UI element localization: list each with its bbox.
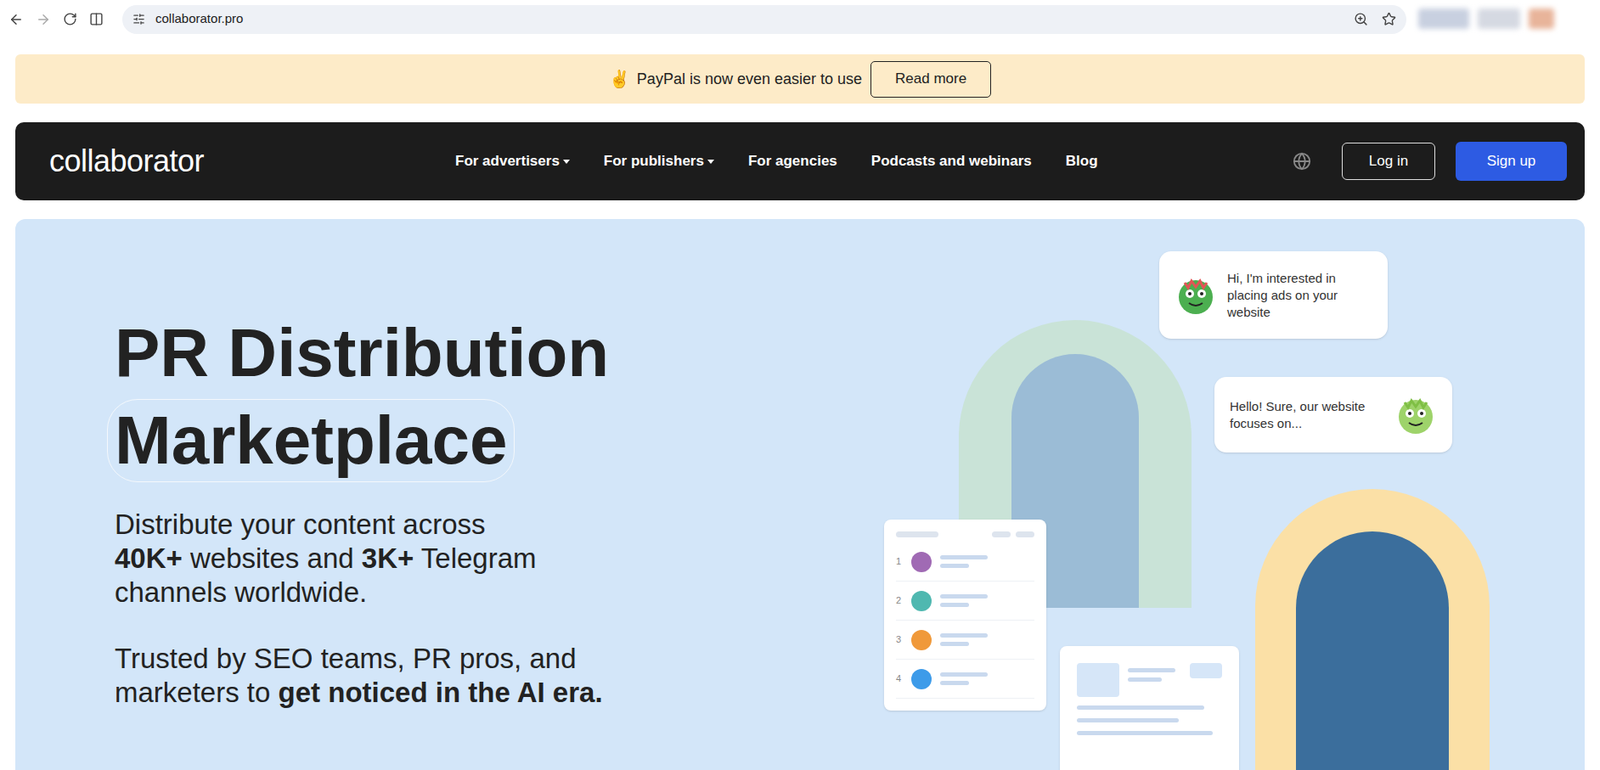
list-row: 3: [895, 620, 1035, 660]
url-text[interactable]: collaborator.pro: [155, 9, 243, 29]
site-info-icon[interactable]: [132, 12, 146, 26]
row-dot: [911, 669, 932, 690]
profile-area[interactable]: [1418, 8, 1600, 31]
chat-bubble: Hello! Sure, our website focuses on...: [1214, 377, 1453, 453]
nav-link[interactable]: Podcasts and webinars: [871, 150, 1032, 173]
language-globe-icon[interactable]: [1292, 152, 1312, 171]
hero: PR DistributionMarketplaceDistribute you…: [15, 219, 1585, 770]
row-dot: [911, 552, 932, 573]
split-view-icon[interactable]: [89, 11, 104, 27]
signup-button[interactable]: Sign up: [1455, 141, 1567, 181]
row-dot: [911, 630, 932, 651]
nav-links: For advertisers For publishers For agencie…: [455, 150, 1099, 173]
list-row: 1: [895, 542, 1035, 582]
nav-link[interactable]: For agencies: [748, 150, 838, 173]
nav-link[interactable]: Blog: [1065, 150, 1099, 173]
caret-down-icon: [563, 159, 570, 164]
forward-icon[interactable]: [35, 11, 51, 28]
browser-toolbar: collaborator.pro: [0, 0, 1600, 39]
banner-text: PayPal is now even easier to use: [636, 67, 862, 91]
zoom-icon[interactable]: [1353, 11, 1369, 27]
nav-link[interactable]: For advertisers: [455, 150, 570, 173]
nav-link[interactable]: For publishers: [603, 150, 715, 173]
title-pill: Marketplace: [107, 399, 515, 483]
login-button[interactable]: Log in: [1341, 142, 1436, 181]
main-nav: collaboratorFor advertisers For publisher…: [15, 122, 1585, 201]
row-number: 3: [895, 632, 903, 648]
bookmark-star-icon[interactable]: [1381, 11, 1397, 27]
man-photo: [1255, 489, 1490, 770]
address-bar[interactable]: collaborator.pro: [122, 5, 1407, 34]
browser-window: collaborator.pro ✌️PayPal is now even eas…: [0, 0, 1600, 770]
chat-bubble: Hi, I'm interested in placing ads on you…: [1159, 251, 1388, 339]
read-more-button[interactable]: Read more: [870, 61, 992, 98]
list-card: 1 2 3 4: [884, 519, 1047, 711]
row-dot: [911, 591, 932, 612]
back-icon[interactable]: [8, 11, 24, 28]
row-number: 4: [895, 671, 903, 687]
banner-emoji: ✌️: [608, 66, 631, 92]
list-row: 4: [895, 659, 1035, 699]
caret-down-icon: [707, 159, 715, 164]
bubble-text: Hi, I'm interested in placing ads on you…: [1227, 270, 1373, 322]
reload-icon[interactable]: [62, 11, 78, 27]
bubble-text: Hello! Sure, our website focuses on...: [1229, 398, 1385, 433]
list-row: 2: [895, 581, 1035, 621]
monster-avatar-icon: [1174, 274, 1217, 317]
announcement-banner: ✌️PayPal is now even easier to use Read m…: [15, 54, 1585, 104]
row-number: 1: [895, 554, 903, 570]
monster-avatar-icon: [1394, 394, 1437, 437]
row-number: 2: [895, 593, 903, 609]
logo[interactable]: collaborator: [49, 138, 456, 185]
article-card: [1059, 646, 1240, 770]
page: ✌️PayPal is now even easier to use Read m…: [0, 38, 1600, 770]
